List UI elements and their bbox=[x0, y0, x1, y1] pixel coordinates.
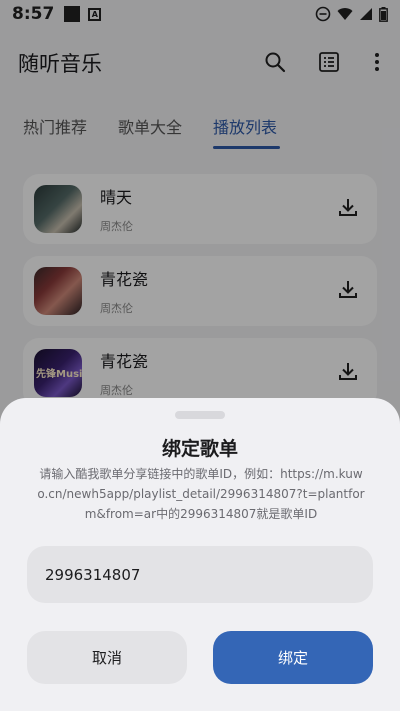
sheet-title: 绑定歌单 bbox=[161, 438, 238, 460]
drag-handle[interactable] bbox=[175, 411, 225, 419]
playlist-id-input[interactable] bbox=[27, 546, 373, 603]
bind-button[interactable]: 绑定 bbox=[213, 631, 373, 684]
cancel-button[interactable]: 取消 bbox=[27, 631, 187, 684]
bind-playlist-sheet: 绑定歌单 请输入酷我歌单分享链接中的歌单ID，例如：https://m.kuwo… bbox=[0, 398, 400, 711]
sheet-description: 请输入酷我歌单分享链接中的歌单ID，例如：https://m.kuwo.cn/n… bbox=[37, 467, 365, 521]
